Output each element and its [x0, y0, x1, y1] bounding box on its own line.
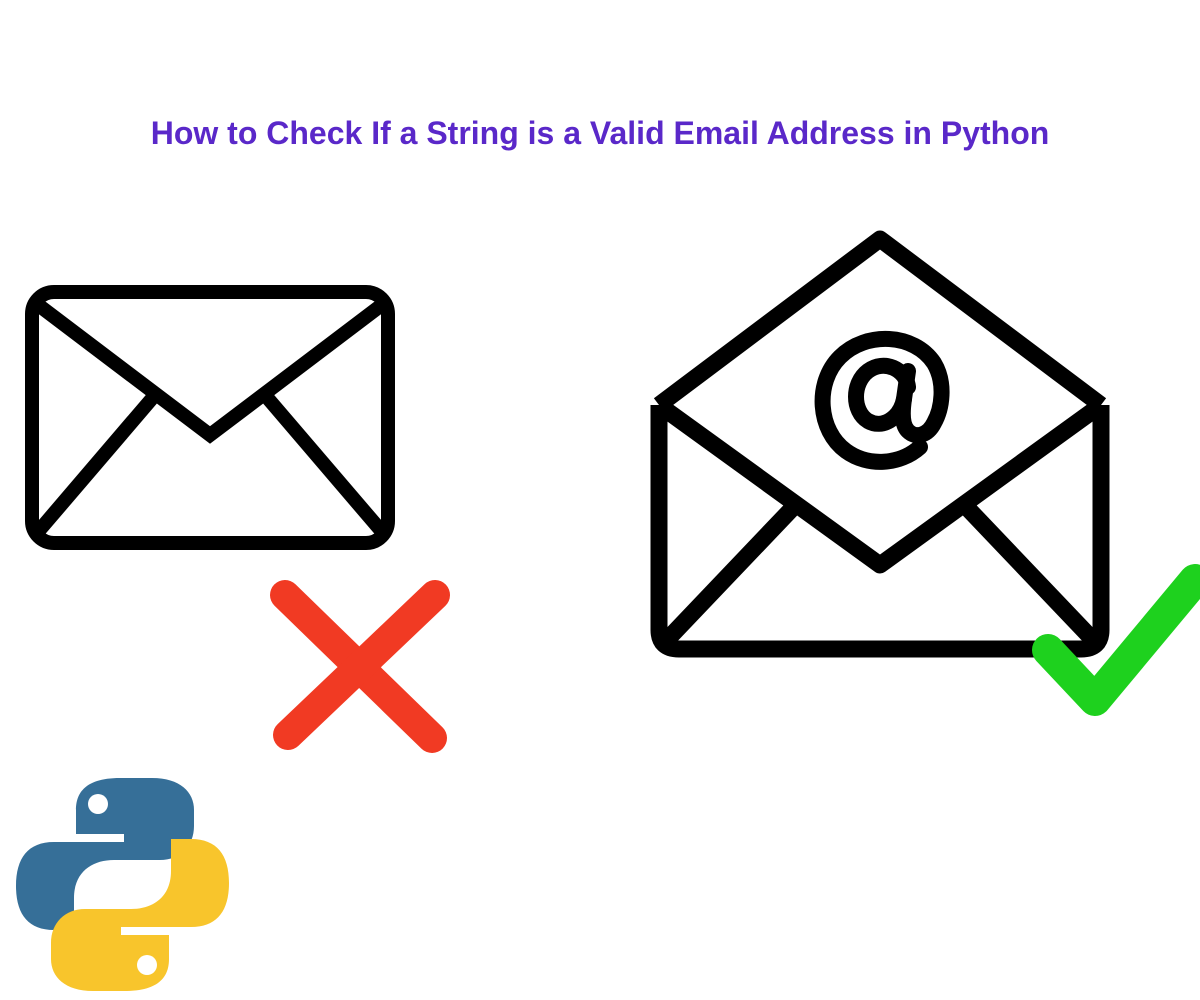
python-logo-icon: [10, 772, 235, 997]
cross-mark-icon: [260, 570, 460, 760]
check-mark-icon: [1030, 555, 1200, 735]
page-title: How to Check If a String is a Valid Emai…: [0, 115, 1200, 152]
closed-envelope-icon: [20, 280, 400, 555]
